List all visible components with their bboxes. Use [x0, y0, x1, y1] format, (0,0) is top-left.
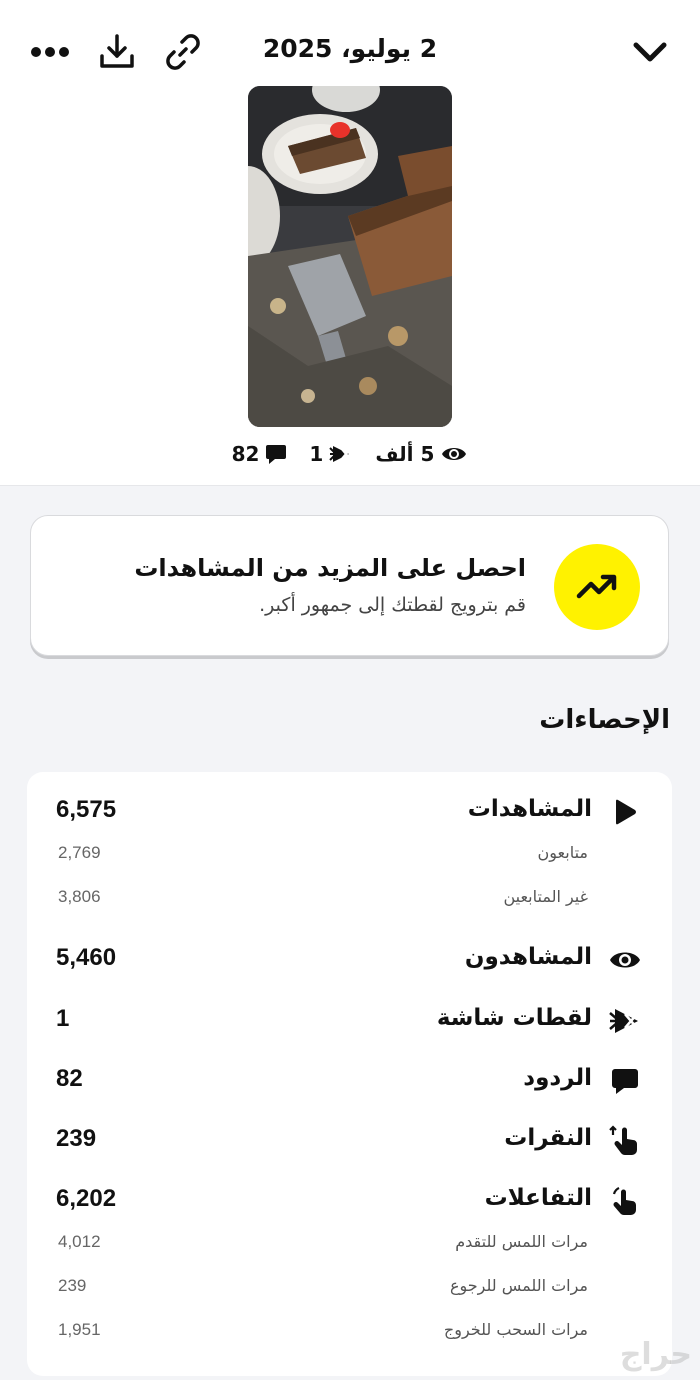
mini-views-count: 5 ألف — [375, 442, 435, 466]
stat-label: الردود — [523, 1065, 592, 1091]
screenshot-icon — [608, 1004, 642, 1038]
play-icon — [608, 795, 642, 829]
screenshot-icon — [329, 446, 353, 462]
stat-subrow-back-taps: مرات اللمس للرجوع 239 — [27, 1274, 672, 1304]
snap-mini-stats: 82 1 5 ألف — [0, 438, 700, 470]
eye-icon — [608, 943, 642, 977]
snap-thumbnail[interactable] — [248, 86, 452, 427]
stat-subrow-non-followers: غير المتابعين 3,806 — [27, 885, 672, 915]
eye-icon — [442, 448, 467, 460]
tap-icon — [608, 1124, 642, 1158]
promote-subtitle: قم بترويج لقطتك إلى جمهور أكبر. — [259, 594, 526, 616]
swipe-hand-icon — [608, 1184, 642, 1218]
mini-replies-count: 82 — [231, 442, 260, 466]
stat-value: 6,202 — [56, 1185, 117, 1212]
mini-screenshots-count: 1 — [309, 442, 324, 466]
stat-subvalue: 239 — [58, 1276, 87, 1295]
chat-icon — [266, 445, 287, 464]
stat-row-views: المشاهدات 6,575 — [27, 792, 672, 832]
stat-sublabel: متابعون — [537, 843, 588, 862]
stat-row-replies: الردود 82 — [27, 1061, 672, 1101]
stat-value: 5,460 — [56, 944, 117, 971]
stat-value: 239 — [56, 1125, 97, 1152]
stats-title: الإحصاءات — [539, 705, 670, 735]
stat-row-taps: النقرات 239 — [27, 1121, 672, 1161]
mini-views: 5 ألف — [375, 442, 468, 466]
stat-sublabel: غير المتابعين — [503, 887, 588, 906]
mini-screenshots: 1 — [309, 442, 353, 466]
stat-sublabel: مرات اللمس للرجوع — [449, 1276, 588, 1295]
stat-value: 6,575 — [56, 796, 117, 823]
stat-subrow-swipe-exits: مرات السحب للخروج 1,951 — [27, 1318, 672, 1348]
stat-label: النقرات — [504, 1125, 592, 1151]
stat-subrow-followers: متابعون 2,769 — [27, 841, 672, 871]
promote-title: احصل على المزيد من المشاهدات — [134, 554, 526, 582]
stat-subvalue: 3,806 — [58, 887, 101, 906]
stat-label: لقطات شاشة — [436, 1005, 592, 1031]
snap-header-area: 2 يوليو، 2025 82 1 5 ألف — [0, 0, 700, 486]
stat-row-screenshots: لقطات شاشة 1 — [27, 1001, 672, 1041]
stat-subvalue: 1,951 — [58, 1320, 101, 1339]
stat-subrow-forward-taps: مرات اللمس للتقدم 4,012 — [27, 1230, 672, 1260]
stat-label: المشاهدات — [467, 796, 592, 822]
promote-badge — [554, 544, 640, 630]
stat-sublabel: مرات اللمس للتقدم — [455, 1232, 588, 1251]
chat-icon — [608, 1064, 642, 1098]
stat-subvalue: 4,012 — [58, 1232, 101, 1251]
stat-value: 1 — [56, 1005, 70, 1032]
stats-card: المشاهدات 6,575 متابعون 2,769 غير المتاب… — [27, 772, 672, 1376]
stat-label: التفاعلات — [484, 1185, 592, 1211]
trending-up-icon — [576, 574, 617, 599]
promote-card[interactable]: احصل على المزيد من المشاهدات قم بترويج ل… — [30, 515, 669, 656]
chevron-down-icon[interactable] — [628, 30, 672, 74]
stat-row-viewers: المشاهدون 5,460 — [27, 940, 672, 980]
mini-replies: 82 — [232, 442, 288, 466]
watermark-logo: حراج — [619, 1337, 692, 1372]
snap-date: 2 يوليو، 2025 — [262, 34, 438, 63]
stat-subvalue: 2,769 — [58, 843, 101, 862]
stat-sublabel: مرات السحب للخروج — [443, 1320, 588, 1339]
stat-value: 82 — [56, 1065, 83, 1092]
stat-row-interactions: التفاعلات 6,202 — [27, 1181, 672, 1221]
stat-label: المشاهدون — [464, 944, 592, 970]
